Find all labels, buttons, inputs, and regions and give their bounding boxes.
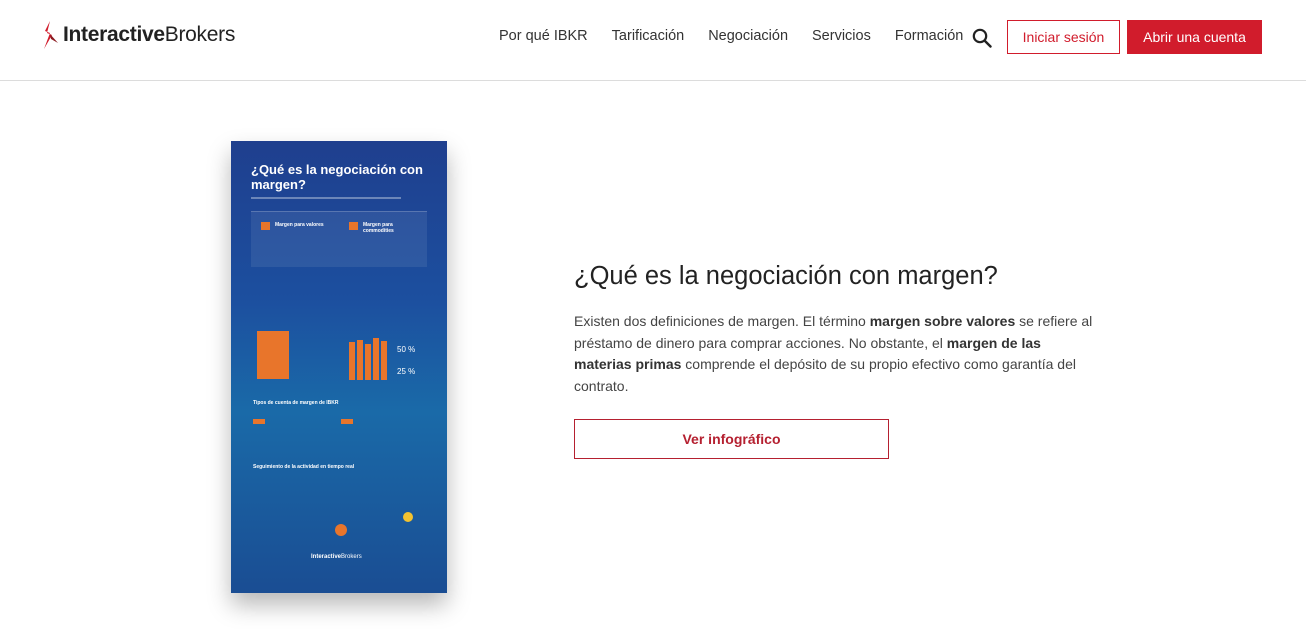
infographic-divider bbox=[251, 197, 401, 199]
nav-pricing[interactable]: Tarificación bbox=[612, 27, 685, 45]
infographic-cash-block bbox=[257, 331, 289, 379]
infographic-thumbnail[interactable]: ¿Qué es la negociación con margen? Marge… bbox=[231, 141, 447, 593]
infographic-percent-1: 50 % bbox=[397, 345, 416, 354]
infographic-tracking-title: Seguimiento de la actividad en tiempo re… bbox=[253, 464, 355, 470]
view-infographic-button[interactable]: Ver infográfico bbox=[574, 419, 889, 459]
logo-text: InteractiveBrokers bbox=[63, 23, 236, 46]
reg-t-icon bbox=[253, 419, 265, 424]
main-nav: Por qué IBKR Tarificación Negociación Se… bbox=[499, 27, 987, 45]
site-header: InteractiveBrokers Por qué IBKR Tarifica… bbox=[0, 0, 1306, 81]
infographic-account-types: Tipos de cuenta de margen de IBKR bbox=[253, 400, 339, 406]
commodities-icon bbox=[349, 222, 358, 230]
portfolio-margin-icon bbox=[341, 419, 353, 424]
nav-why-ibkr[interactable]: Por qué IBKR bbox=[499, 27, 588, 45]
card-right-label: Margen para commodities bbox=[363, 222, 394, 234]
page-title: ¿Qué es la negociación con margen? bbox=[574, 262, 998, 290]
ibkr-logo-icon bbox=[44, 21, 58, 49]
infographic-bar-chart bbox=[349, 338, 389, 380]
search-icon[interactable] bbox=[972, 28, 994, 50]
open-account-button[interactable]: Abrir una cuenta bbox=[1127, 20, 1262, 54]
page-description: Existen dos definiciones de margen. El t… bbox=[574, 313, 1093, 394]
preview-icon bbox=[335, 524, 347, 536]
nav-services[interactable]: Servicios bbox=[812, 27, 871, 45]
card-left-label: Margen para valores bbox=[275, 222, 324, 228]
securities-icon bbox=[261, 222, 270, 230]
nav-education[interactable]: Formación bbox=[895, 27, 964, 45]
nav-trading[interactable]: Negociación bbox=[708, 27, 788, 45]
login-button[interactable]: Iniciar sesión bbox=[1007, 20, 1120, 54]
brand-logo[interactable]: InteractiveBrokers bbox=[42, 18, 235, 52]
infographic-percent-2: 25 % bbox=[397, 367, 416, 376]
infographic-title: ¿Qué es la negociación con margen? bbox=[251, 162, 423, 192]
infographic-definitions-card: Margen para valores Margen para commodit… bbox=[251, 211, 427, 267]
infographic-logo: InteractiveBrokers bbox=[311, 554, 362, 560]
alert-icon bbox=[403, 512, 413, 522]
